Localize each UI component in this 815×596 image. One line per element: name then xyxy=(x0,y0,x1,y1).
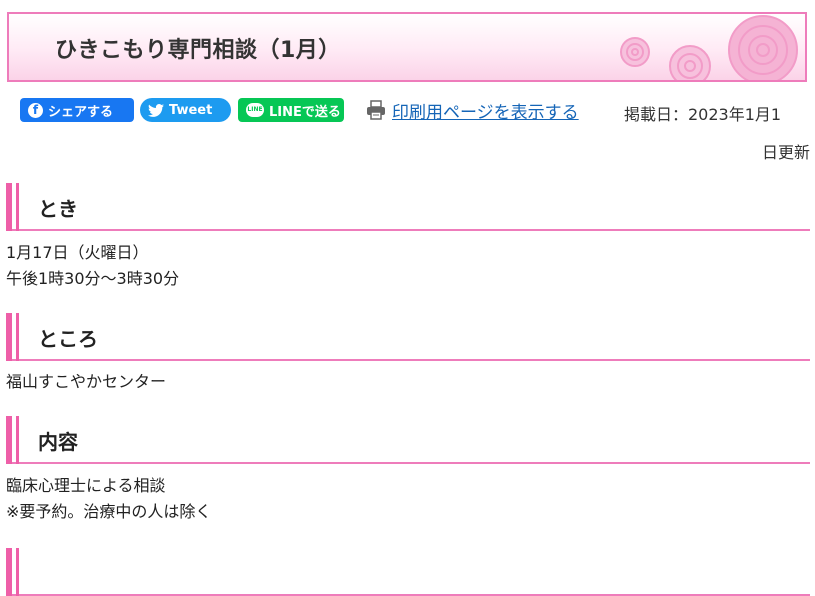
heading-accent-bar xyxy=(6,416,12,464)
line-share-button[interactable]: LINE LINEで送る xyxy=(238,98,344,122)
title-banner: ひきこもり専門相談（1月） xyxy=(7,12,807,82)
section-heading-when: とき xyxy=(6,183,810,231)
tweet-label: Tweet xyxy=(169,102,213,118)
heading-accent-bar xyxy=(6,313,12,361)
note-text: ※要予約。治療中の人は除く xyxy=(6,502,212,521)
section-heading-content: 内容 xyxy=(6,416,810,464)
print-link-label: 印刷用ページを表示する xyxy=(392,102,579,123)
twitter-bird-icon xyxy=(148,103,164,117)
date-text: 1月17日（火曜日） xyxy=(6,243,149,262)
heading-accent-bar xyxy=(16,313,19,361)
section-body-when: 1月17日（火曜日） 午後1時30分～3時30分 xyxy=(6,240,179,292)
line-share-label: LINEで送る xyxy=(269,104,341,120)
section-heading-where: ところ xyxy=(6,313,810,361)
rose-decoration-icon xyxy=(620,15,798,80)
facebook-share-button[interactable]: f シェアする xyxy=(20,98,134,122)
heading-accent-bar xyxy=(6,548,12,596)
heading-accent-bar xyxy=(16,183,19,231)
location-text: 福山すこやかセンター xyxy=(6,372,167,391)
section-title: 内容 xyxy=(38,430,78,454)
published-date: 掲載日：2023年1月1 xyxy=(624,105,782,124)
heading-accent-bar xyxy=(16,416,19,464)
page-title: ひきこもり専門相談（1月） xyxy=(55,38,341,63)
facebook-icon: f xyxy=(28,102,43,118)
heading-accent-bar xyxy=(6,183,12,231)
section-title: とき xyxy=(38,197,78,221)
print-page-link[interactable]: 印刷用ページを表示する xyxy=(366,98,579,123)
time-text: 午後1時30分～3時30分 xyxy=(6,269,180,288)
published-date-suffix: 日更新 xyxy=(761,143,810,162)
content-text: 臨床心理士による相談 xyxy=(6,476,166,495)
section-title: ところ xyxy=(38,327,98,351)
section-body-where: 福山すこやかセンター xyxy=(6,369,166,395)
printer-icon xyxy=(367,100,385,120)
section-body-content: 臨床心理士による相談 ※要予約。治療中の人は除く xyxy=(6,473,211,525)
heading-accent-bar xyxy=(16,548,19,596)
section-heading-next xyxy=(6,548,810,596)
line-icon: LINE xyxy=(246,103,264,117)
facebook-share-label: シェアする xyxy=(48,104,114,120)
tweet-button[interactable]: Tweet xyxy=(140,98,231,122)
